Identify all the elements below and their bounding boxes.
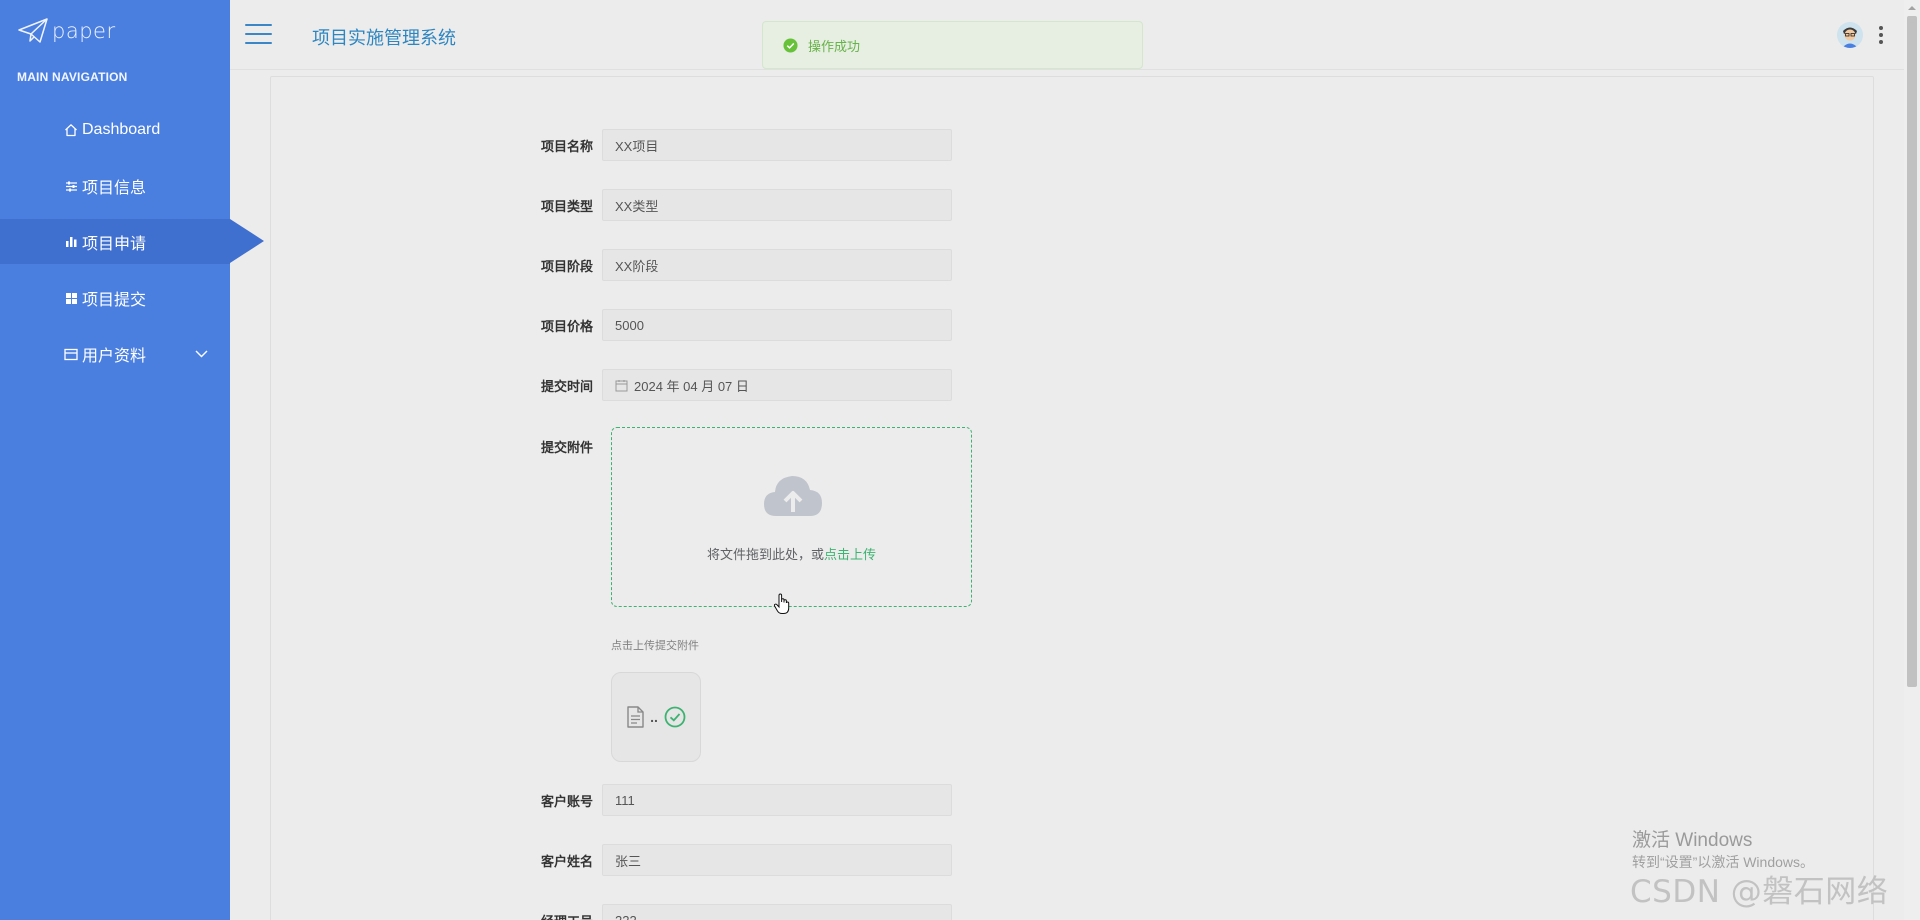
brand-name: paper bbox=[52, 19, 116, 43]
sidebar-item-label: 用户资料 bbox=[82, 348, 147, 365]
dropzone-instruction: 将文件拖到此处，或 bbox=[706, 547, 824, 562]
csdn-watermark: CSDN @磐石网络 bbox=[1630, 874, 1889, 910]
customer-name-input[interactable]: 张三 bbox=[602, 844, 952, 876]
form-row-project-name: 项目名称 XX项目 bbox=[500, 129, 952, 161]
submit-date-picker[interactable]: 2024 年 04 月 07 日 bbox=[602, 369, 952, 401]
sidebar-item-dashboard[interactable]: Dashboard bbox=[0, 102, 230, 158]
document-icon bbox=[627, 706, 644, 728]
grid-icon bbox=[63, 290, 79, 306]
field-label: 经理工号 bbox=[500, 911, 602, 920]
sidebar-item-label: Dashboard bbox=[82, 121, 161, 138]
paper-plane-icon bbox=[18, 18, 48, 43]
field-label: 项目阶段 bbox=[540, 258, 593, 274]
upload-dropzone[interactable]: 将文件拖到此处，或点击上传 bbox=[611, 427, 972, 607]
sidebar-item-project-submit[interactable]: 项目提交 bbox=[0, 270, 230, 326]
sidebar-item-label: 项目信息 bbox=[82, 180, 147, 197]
cloud-upload-icon bbox=[764, 476, 822, 516]
card-icon bbox=[63, 346, 79, 362]
more-vertical-icon[interactable] bbox=[1878, 26, 1884, 44]
sidebar-item-user-profile[interactable]: 用户资料 bbox=[0, 326, 230, 382]
brand-logo[interactable]: paper bbox=[18, 14, 116, 48]
form-row-customer-name: 客户姓名 张三 bbox=[500, 844, 952, 876]
customer-account-input[interactable]: 111 bbox=[602, 784, 952, 816]
sidebar-nav: Dashboard 项目信息 项目申请 项目提交 用户资料 bbox=[0, 102, 264, 382]
upload-link[interactable]: 点击上传 bbox=[824, 547, 876, 562]
form-row-project-price: 项目价格 5000 bbox=[500, 309, 952, 341]
nav-heading: MAIN NAVIGATION bbox=[17, 70, 128, 84]
calendar-icon bbox=[615, 379, 628, 391]
project-type-input[interactable]: XX类型 bbox=[602, 189, 952, 221]
form-row-submit-time: 提交时间 2024 年 04 月 07 日 bbox=[500, 369, 952, 401]
field-label: 客户姓名 bbox=[540, 853, 593, 869]
project-price-input[interactable]: 5000 bbox=[602, 309, 952, 341]
field-label: 项目类型 bbox=[540, 198, 593, 214]
app-title: 项目实施管理系统 bbox=[312, 28, 456, 48]
field-label: 项目名称 bbox=[540, 138, 593, 154]
hamburger-icon[interactable] bbox=[245, 24, 272, 44]
sidebar: paper MAIN NAVIGATION Dashboard 项目信息 项目申… bbox=[0, 0, 264, 920]
uploaded-file-card[interactable]: .. bbox=[611, 672, 701, 762]
date-value: 2024 年 04 月 07 日 bbox=[634, 378, 749, 394]
file-name: .. bbox=[650, 709, 658, 725]
success-toast: 操作成功 bbox=[762, 21, 1143, 69]
field-label: 提交时间 bbox=[540, 378, 593, 394]
check-circle-icon bbox=[664, 706, 686, 728]
scroll-up-arrow-icon[interactable] bbox=[1904, 0, 1920, 16]
form-row-manager-id: 经理工号 222 bbox=[500, 904, 952, 920]
field-label: 项目价格 bbox=[540, 318, 593, 334]
manager-id-input[interactable]: 222 bbox=[602, 904, 952, 920]
attachment-label: 提交附件 bbox=[540, 440, 593, 455]
project-name-input[interactable]: XX项目 bbox=[602, 129, 952, 161]
check-circle-icon bbox=[783, 37, 798, 53]
dropzone-text: 将文件拖到此处，或点击上传 bbox=[612, 544, 971, 563]
form-row-project-stage: 项目阶段 XX阶段 bbox=[500, 249, 952, 281]
project-stage-input[interactable]: XX阶段 bbox=[602, 249, 952, 281]
hand-cursor-icon bbox=[773, 593, 790, 614]
sidebar-item-label: 项目申请 bbox=[82, 235, 147, 253]
chevron-down-icon bbox=[195, 345, 208, 363]
sliders-icon bbox=[63, 178, 79, 194]
home-icon bbox=[63, 122, 79, 138]
activation-watermark-title: 激活 Windows bbox=[1632, 830, 1753, 851]
sidebar-item-label: 项目提交 bbox=[82, 292, 147, 309]
form-row-project-type: 项目类型 XX类型 bbox=[500, 189, 952, 221]
sidebar-item-project-info[interactable]: 项目信息 bbox=[0, 158, 230, 214]
toast-message: 操作成功 bbox=[808, 38, 861, 54]
sidebar-item-project-apply[interactable]: 项目申请 bbox=[0, 219, 264, 264]
upload-hint: 点击上传提交附件 bbox=[611, 640, 699, 652]
bar-chart-icon bbox=[63, 234, 79, 250]
form-row-customer-account: 客户账号 111 bbox=[500, 784, 952, 816]
scrollbar-thumb[interactable] bbox=[1907, 16, 1917, 687]
field-label: 客户账号 bbox=[540, 793, 593, 809]
user-avatar-icon[interactable] bbox=[1837, 22, 1863, 48]
